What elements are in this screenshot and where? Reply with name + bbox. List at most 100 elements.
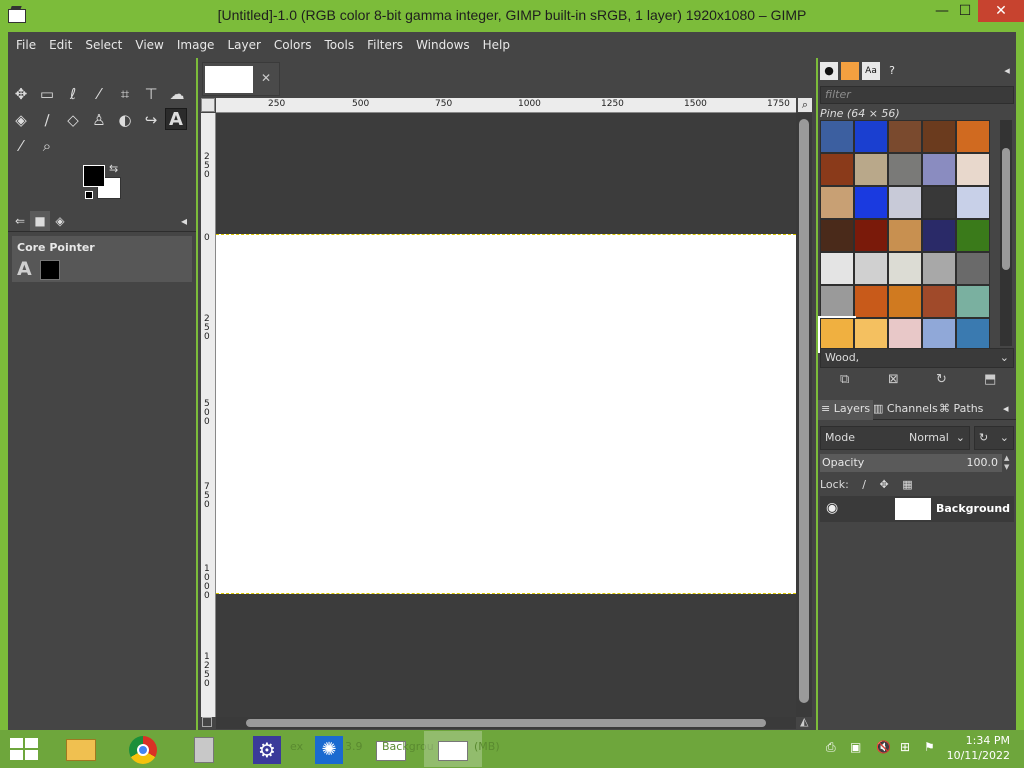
pattern-swatch[interactable] [888,186,922,219]
menu-image[interactable]: Image [169,32,220,52]
eraser-tool-icon[interactable]: ◇ [62,109,84,131]
pattern-swatch[interactable] [956,252,990,285]
patterns-tag-combo[interactable]: Wood, ⌄ [820,348,1014,368]
rect-select-tool-icon[interactable]: ▭ [36,83,58,105]
pattern-swatch[interactable] [922,252,956,285]
pattern-swatch[interactable] [820,153,854,186]
pattern-swatch[interactable] [956,318,990,351]
pattern-swatch[interactable] [922,318,956,351]
text-tool-icon[interactable]: A [165,108,187,130]
pattern-swatch[interactable] [956,219,990,252]
pattern-swatch[interactable] [820,120,854,153]
settings-icon[interactable]: ⚙ [238,731,296,767]
pattern-swatch[interactable] [922,153,956,186]
pattern-swatch[interactable] [888,318,922,351]
pattern-swatch[interactable] [854,285,888,318]
bucket-fill-tool-icon[interactable]: ◈ [10,109,32,131]
menu-help[interactable]: Help [475,32,515,52]
menu-filters[interactable]: Filters [359,32,408,52]
pattern-swatch[interactable] [888,120,922,153]
move-tool-icon[interactable]: ✥ [10,83,32,105]
tray-network-icon[interactable]: ▣ [850,740,861,754]
file-explorer-icon[interactable] [52,731,110,767]
close-button[interactable]: ✕ [978,0,1024,22]
patterns-grid[interactable] [818,120,992,353]
pattern-swatch[interactable] [922,219,956,252]
pattern-swatch[interactable] [888,153,922,186]
align-tool-icon[interactable]: ⊤ [140,83,162,105]
pattern-swatch[interactable] [922,186,956,219]
image-canvas[interactable] [216,234,796,594]
tray-notification-icon[interactable]: ⎙ [826,740,836,755]
pattern-swatch[interactable] [820,252,854,285]
free-select-tool-icon[interactable]: ℓ [62,83,84,105]
color-picker-tool-icon[interactable]: ⁄ [10,135,32,157]
crop-tool-icon[interactable]: ⌗ [114,83,136,105]
canvas-viewport[interactable] [216,113,796,717]
menu-colors[interactable]: Colors [266,32,317,52]
pattern-swatch[interactable] [820,186,854,219]
navigate-icon[interactable]: ◭ [800,715,808,728]
tab-fonts-icon[interactable]: Aa [862,62,880,80]
pattern-swatch[interactable] [888,285,922,318]
paths-tool-icon[interactable]: ↪ [140,109,162,131]
smudge-tool-icon[interactable]: ◐ [114,109,136,131]
chrome-icon[interactable] [114,731,172,767]
volume-muted-icon[interactable]: 🔇 [876,740,891,754]
patterns-filter-input[interactable]: filter [820,86,1014,104]
pattern-swatch[interactable] [956,186,990,219]
dock-menu-icon[interactable]: ◂ [174,211,194,231]
dock-menu-icon[interactable]: ◂ [1000,400,1012,420]
tab-help-icon[interactable]: ? [883,62,901,80]
paintbrush-tool-icon[interactable]: ∕ [36,109,58,131]
warp-tool-icon[interactable]: ☁ [166,83,188,105]
tab-paths[interactable]: ⌘ Paths [936,400,986,420]
pattern-swatch[interactable] [922,285,956,318]
duplicate-pattern-icon[interactable]: ⧉ [840,372,849,387]
zoom-image-icon[interactable]: ⌕ [798,98,812,112]
horizontal-scrollbar[interactable] [216,717,796,729]
pattern-swatch[interactable] [854,153,888,186]
tab-brushes-icon[interactable]: ● [820,62,838,80]
pattern-swatch[interactable] [820,285,854,318]
fuzzy-select-tool-icon[interactable]: ⁄ [88,83,110,105]
opacity-stepper[interactable]: ▲ ▼ [1004,454,1014,472]
layer-mode-group-combo[interactable]: ↻ ⌄ [974,426,1014,450]
quick-menu-button[interactable] [201,98,215,112]
swap-colors-icon[interactable]: ⇆ [109,162,118,175]
visibility-eye-icon[interactable]: ◉ [826,500,838,516]
open-pattern-icon[interactable]: ⬒ [984,372,996,387]
pattern-swatch[interactable] [888,252,922,285]
lock-position-icon[interactable]: ✥ [880,478,889,491]
pattern-swatch[interactable] [854,252,888,285]
tab-channels[interactable]: ▥ Channels [870,400,941,420]
control-panel-icon[interactable] [176,731,234,767]
opacity-slider[interactable]: Opacity 100.0 [820,454,1002,472]
menu-tools[interactable]: Tools [317,32,360,52]
horizontal-scroll-thumb[interactable] [246,719,766,727]
menu-select[interactable]: Select [77,32,127,52]
pattern-swatch[interactable] [818,316,856,353]
vertical-scrollbar[interactable] [796,113,812,717]
pattern-swatch[interactable] [854,219,888,252]
pattern-swatch[interactable] [854,186,888,219]
default-colors-icon[interactable] [85,191,93,199]
system-clock[interactable]: 1:34 PM 10/11/2022 [947,733,1010,763]
foreground-color-swatch[interactable] [83,165,105,187]
maximize-button[interactable]: ☐ [950,0,980,22]
delete-pattern-icon[interactable]: ⊠ [888,372,899,387]
pattern-swatch[interactable] [956,120,990,153]
patterns-scroll-thumb[interactable] [1002,148,1010,270]
tab-device-status-icon[interactable]: ⇐ [10,211,30,231]
menu-file[interactable]: File [8,32,41,52]
patterns-scrollbar[interactable] [1000,120,1012,346]
menu-windows[interactable]: Windows [408,32,475,52]
menu-view[interactable]: View [127,32,168,52]
vertical-ruler[interactable]: 250 0 250 500 750 1000 1250 [201,113,216,717]
lock-alpha-icon[interactable]: ▦ [902,478,912,491]
dock-menu-icon[interactable]: ◂ [998,62,1016,80]
pattern-swatch[interactable] [888,219,922,252]
refresh-patterns-icon[interactable]: ↻ [936,372,947,387]
pattern-swatch[interactable] [854,318,888,351]
pattern-swatch[interactable] [922,120,956,153]
